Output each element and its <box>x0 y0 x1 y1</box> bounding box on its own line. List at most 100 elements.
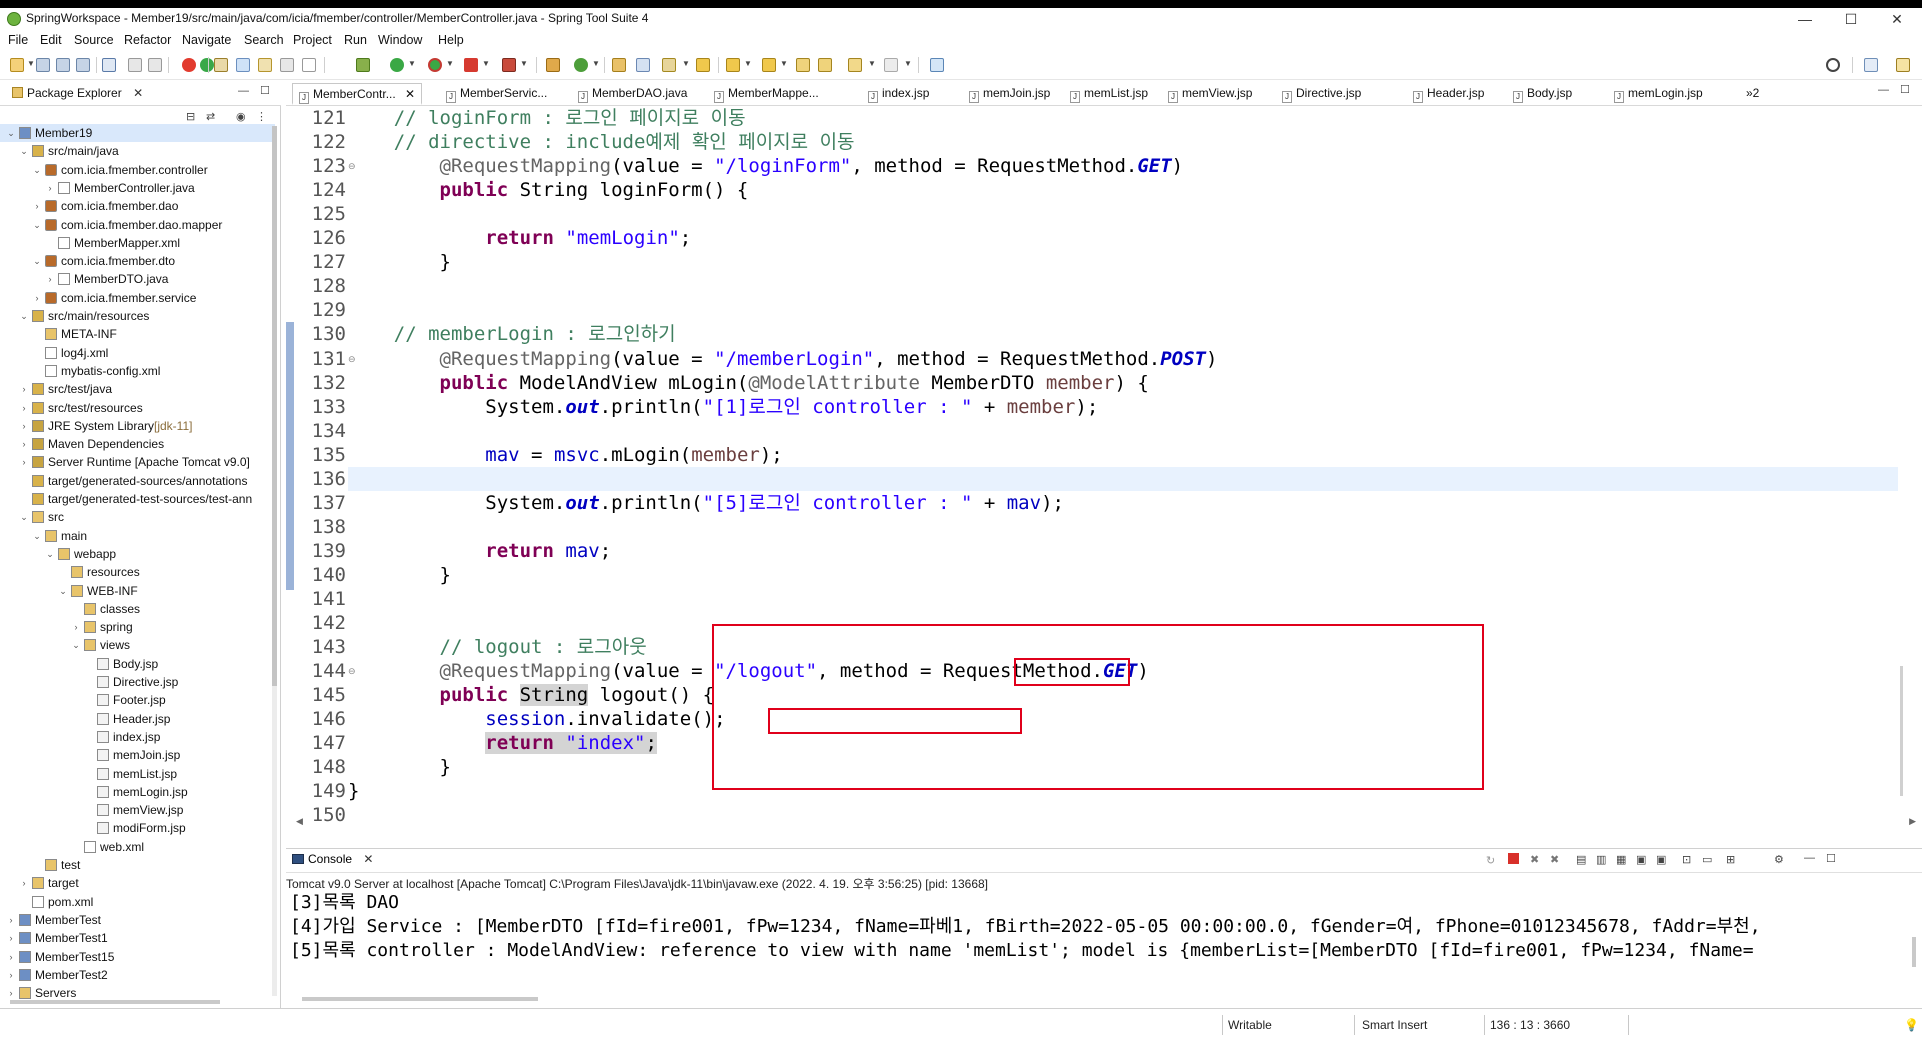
pin-console-icon[interactable]: ⊡ <box>1682 853 1691 866</box>
tree-item[interactable]: › JRE System Library [jdk-11] <box>0 417 275 435</box>
tree-item[interactable]: › target <box>0 874 275 892</box>
menu-window[interactable]: Window <box>378 33 422 47</box>
code-line[interactable]: public ModelAndView mLogin(@ModelAttribu… <box>348 371 1149 395</box>
new-icon[interactable] <box>10 58 24 72</box>
chevron-down-icon[interactable]: ⌄ <box>19 508 29 526</box>
tree-item[interactable]: ⌄ src/main/java <box>0 142 275 160</box>
editor-tab[interactable]: J Header.jsp <box>1413 83 1484 105</box>
back-arrow-icon[interactable] <box>848 58 862 72</box>
tree-item[interactable]: Body.jsp <box>0 655 275 673</box>
chevron-down-icon[interactable]: ⌄ <box>32 527 42 545</box>
chevron-down-icon[interactable]: ⌄ <box>19 307 29 325</box>
tree-item[interactable]: › MemberTest1 <box>0 929 275 947</box>
tree-item[interactable]: MemberMapper.xml <box>0 234 275 252</box>
word-wrap-icon[interactable]: ▦ <box>1616 853 1626 866</box>
menu-refactor[interactable]: Refactor <box>124 33 171 47</box>
tree-item[interactable]: Footer.jsp <box>0 691 275 709</box>
open-type-icon[interactable] <box>214 58 228 72</box>
tree-item[interactable]: memList.jsp <box>0 765 275 783</box>
code-line[interactable]: } <box>348 563 451 587</box>
code-editor[interactable]: 121 122 123 ⊖ 124 125 126 127 128 129 130 131 ⊖ 132 13… <box>286 106 1922 832</box>
chevron-right-icon[interactable]: › <box>32 197 42 215</box>
terminate-icon[interactable] <box>1508 853 1519 864</box>
chevron-right-icon[interactable]: › <box>19 417 29 435</box>
code-line[interactable]: return "memLogin"; <box>348 226 691 250</box>
close-button[interactable]: ✕ <box>1874 8 1920 30</box>
code-line[interactable]: // directive : include예제 확인 페이지로 이동 <box>348 130 855 154</box>
console-horizontal-scrollbar[interactable] <box>302 997 538 1001</box>
code-line[interactable]: public String loginForm() { <box>348 178 749 202</box>
chevron-down-icon[interactable]: ▼ <box>744 59 752 68</box>
editor-tab[interactable]: JmemJoin.jsp <box>969 83 1050 105</box>
scroll-left-icon[interactable]: ◀ <box>296 816 303 827</box>
console-vertical-scrollbar[interactable] <box>1912 937 1916 967</box>
show-whitespace-icon[interactable] <box>302 58 316 72</box>
tree-item[interactable]: pom.xml <box>0 893 275 911</box>
view-menu-icon[interactable]: ⋮ <box>256 110 267 123</box>
tree-item[interactable]: target/generated-test-sources/test-ann <box>0 490 275 508</box>
tree-item[interactable]: › com.icia.fmember.dao <box>0 197 275 215</box>
build-icon[interactable] <box>148 58 162 72</box>
editor-tab[interactable]: JmemView.jsp <box>1168 83 1252 105</box>
console-tab[interactable]: Console ✕ <box>292 852 373 866</box>
tree-item[interactable]: Directive.jsp <box>0 673 275 691</box>
tree-item[interactable]: ⌄ Member19 <box>0 124 275 142</box>
chevron-down-icon[interactable]: ▼ <box>27 59 35 68</box>
code-line[interactable]: public String logout() { <box>348 683 714 707</box>
tree-item[interactable]: › Maven Dependencies <box>0 435 275 453</box>
chevron-down-icon[interactable]: ⌄ <box>32 161 42 179</box>
display-console-icon[interactable]: ▭ <box>1702 853 1712 866</box>
editor-tab[interactable]: J MemberServic... <box>446 83 547 105</box>
code-line[interactable]: // memberLogin : 로그인하기 <box>348 322 676 346</box>
tree-item[interactable]: ⌄ com.icia.fmember.dto <box>0 252 275 270</box>
chevron-down-icon[interactable]: ▼ <box>780 59 788 68</box>
close-icon[interactable]: ✕ <box>363 852 373 866</box>
chevron-down-icon[interactable]: ▼ <box>868 59 876 68</box>
editor-tab[interactable]: JmemList.jsp <box>1070 83 1148 105</box>
focus-icon[interactable]: ◉ <box>236 110 246 123</box>
editor-tab[interactable]: J MemberMappe... <box>714 83 819 105</box>
search-files-icon[interactable] <box>636 58 650 72</box>
chevron-right-icon[interactable]: › <box>19 874 29 892</box>
vertical-scrollbar[interactable] <box>272 126 277 996</box>
tree-item[interactable]: › MemberTest2 <box>0 966 275 984</box>
debug-icon[interactable] <box>356 58 370 72</box>
tree-item[interactable]: index.jsp <box>0 728 275 746</box>
chevron-right-icon[interactable]: › <box>6 929 16 947</box>
open-task-icon[interactable] <box>236 58 250 72</box>
code-line[interactable]: return mav; <box>348 539 611 563</box>
menu-edit[interactable]: Edit <box>40 33 62 47</box>
chevron-down-icon[interactable]: ⌄ <box>32 252 42 270</box>
chevron-right-icon[interactable]: › <box>19 380 29 398</box>
maximize-view-icon[interactable]: ☐ <box>1826 852 1836 865</box>
menu-source[interactable]: Source <box>74 33 114 47</box>
tree-item[interactable]: web.xml <box>0 838 275 856</box>
chevron-right-icon[interactable]: › <box>45 179 55 197</box>
external-tools-icon[interactable] <box>502 58 516 72</box>
pen-icon[interactable] <box>662 58 676 72</box>
chevron-right-icon[interactable]: › <box>32 289 42 307</box>
menu-help[interactable]: Help <box>438 33 464 47</box>
pin-editor-icon[interactable] <box>930 58 944 72</box>
chevron-down-icon[interactable]: ⌄ <box>71 636 81 654</box>
open-perspective-icon[interactable] <box>1864 58 1878 72</box>
tree-item[interactable]: ⌄ webapp <box>0 545 275 563</box>
tree-item[interactable]: mybatis-config.xml <box>0 362 275 380</box>
maximize-editor-icon[interactable]: ☐ <box>1900 83 1910 96</box>
scroll-lock-icon[interactable]: ▥ <box>1596 853 1606 866</box>
horizontal-scrollbar[interactable] <box>10 1000 220 1004</box>
tree-item[interactable]: ⌄ com.icia.fmember.controller <box>0 161 275 179</box>
tree-item[interactable]: › Server Runtime [Apache Tomcat v9.0] <box>0 453 275 471</box>
skip-breakpoints-icon[interactable] <box>128 58 142 72</box>
editor-vertical-scrollbar[interactable] <box>1900 666 1903 796</box>
editor-tabs-overflow[interactable]: »2 <box>1746 83 1759 105</box>
tree-item[interactable]: memView.jsp <box>0 801 275 819</box>
previous-annotation-icon[interactable] <box>762 58 776 72</box>
tree-item[interactable]: › src/test/java <box>0 380 275 398</box>
tree-item[interactable]: ⌄ WEB-INF <box>0 582 275 600</box>
tree-item[interactable]: META-INF <box>0 325 275 343</box>
chevron-down-icon[interactable]: ▼ <box>520 59 528 68</box>
annotation-icon[interactable] <box>696 58 710 72</box>
tree-item[interactable]: › spring <box>0 618 275 636</box>
tree-item[interactable]: › MemberTest <box>0 911 275 929</box>
